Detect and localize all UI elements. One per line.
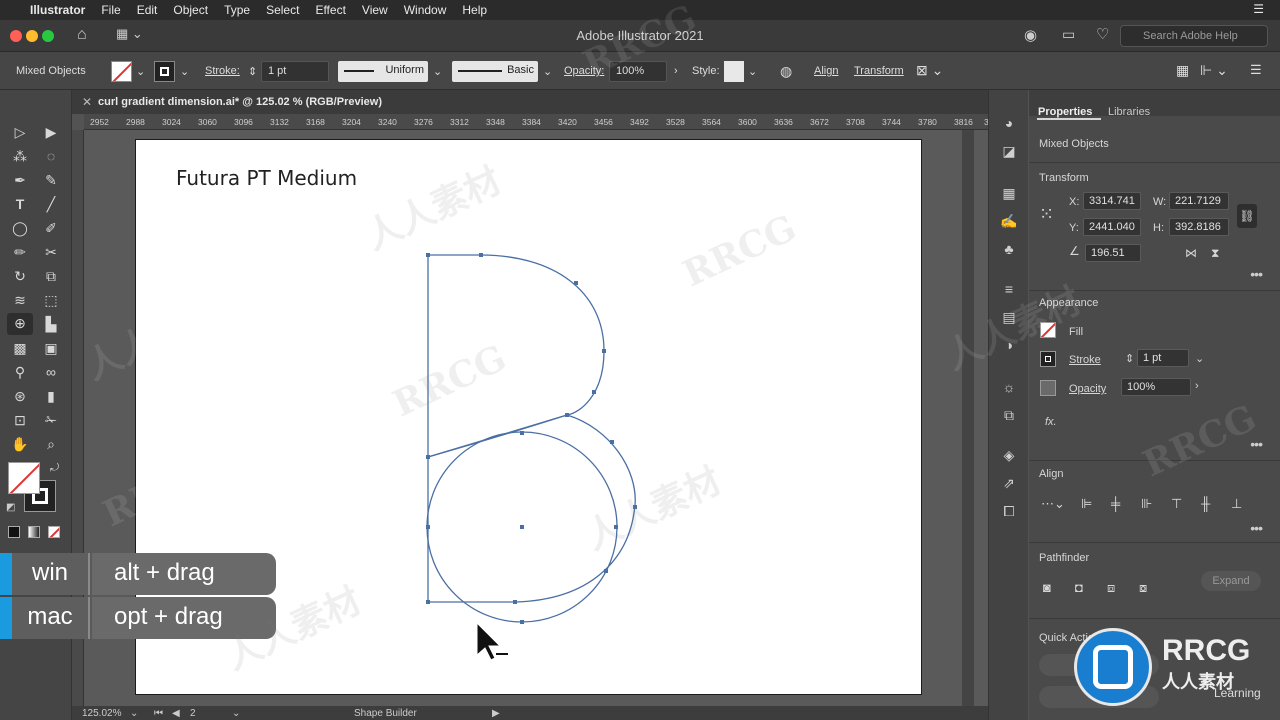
panel-icon-strip: ◕ ◪ ▦ ✍ ♣ ≡ ▤ ◑ ☼ ⧉ ◈ ⇗ ⧠ [988,90,1028,720]
appearance-stroke-label[interactable]: Stroke [1069,354,1101,366]
stroke-stepper-icon[interactable]: ⇕ [1125,352,1134,365]
hint-row-win: win alt + drag [0,553,276,595]
flip-horizontal-icon[interactable]: ⋈ [1185,246,1197,260]
appearance-panel-icon[interactable]: ☼ [999,378,1019,396]
tab-properties[interactable]: Properties [1038,106,1092,118]
anchor-point [602,349,606,353]
more-align-options-icon[interactable]: ••• [1250,520,1263,536]
opacity-arrow-icon[interactable]: › [1195,380,1199,392]
reference-point-icon[interactable]: ⁙ [1039,204,1054,225]
hint-accent-bar [0,597,12,639]
transform-section-title: Transform [1039,172,1089,184]
prev-artboard-icon[interactable]: ◀ [172,708,180,719]
artboards-panel-icon[interactable]: ⧠ [999,502,1019,520]
pathfinder-minus-front-icon[interactable]: ◘ [1075,580,1083,595]
anchor-point [565,413,569,417]
layers-panel-icon[interactable]: ◈ [999,446,1019,464]
graphic-styles-icon[interactable]: ⧉ [999,406,1019,424]
pathfinder-section-title: Pathfinder [1039,552,1090,564]
zoom-level-field[interactable]: 125.02% [82,708,121,719]
anchor-point [426,253,430,257]
logo-badge-icon [1074,628,1152,706]
symbols-panel-icon[interactable]: ♣ [999,240,1019,258]
y-label: Y: [1069,222,1079,234]
hint-accent-bar [0,553,12,595]
anchor-point [426,525,430,529]
pathfinder-intersect-icon[interactable]: ⧈ [1107,580,1115,596]
active-tab-underline [1037,118,1101,120]
anchor-point [520,620,524,624]
pathfinder-expand-button[interactable]: Expand [1201,571,1261,591]
fill-color-swatch[interactable] [8,462,40,494]
status-bar: 125.02% ⌄ ⏮ ◀ 2 ⌄ Shape Builder ▶ [72,706,988,720]
anchor-point [479,253,483,257]
w-label: W: [1153,196,1167,208]
x-label: X: [1069,196,1080,208]
vertical-scrollbar[interactable] [962,130,974,706]
status-arrow-icon[interactable]: ▶ [492,708,500,719]
horizontal-align-right-icon[interactable]: ⊪ [1141,496,1152,512]
appearance-stroke-weight-field[interactable]: 1 pt [1137,349,1189,367]
hint-keys-win: alt + drag [92,553,276,595]
asset-export-icon[interactable]: ⇗ [999,474,1019,492]
h-label: H: [1153,222,1164,234]
anchor-point [426,600,430,604]
artboard-chevron-icon[interactable]: ⌄ [232,708,240,719]
horizontal-align-center-icon[interactable]: ╪ [1111,496,1120,511]
divider [1029,618,1280,619]
anchor-point [426,455,430,459]
brushes-panel-icon[interactable]: ✍ [999,212,1019,230]
vertical-align-center-icon[interactable]: ╫ [1201,496,1210,511]
anchor-point [610,440,614,444]
anchor-point [574,281,578,285]
swatches-panel-icon[interactable]: ▦ [999,184,1019,202]
artboard-number-field[interactable]: 2 [190,708,196,719]
anchor-point [604,569,608,573]
more-transform-options-icon[interactable]: ••• [1250,266,1263,282]
rrcg-logo: RRCG 人人素材 Learning [1074,626,1274,716]
rotate-angle-icon: ∠ [1069,244,1080,258]
logo-text: RRCG [1162,634,1251,667]
fx-effects-icon[interactable]: fx. [1045,416,1057,428]
y-position-field[interactable]: 2441.040 [1083,218,1141,236]
vertical-align-bottom-icon[interactable]: ⊥ [1231,496,1242,512]
flip-vertical-icon[interactable]: ⧗ [1211,246,1219,261]
center-point [520,525,524,529]
divider [1029,542,1280,543]
appearance-fill-label: Fill [1069,326,1084,338]
vertical-align-top-icon[interactable]: ⊤ [1171,496,1182,512]
align-to-selection-icon[interactable]: ⋯⌄ [1041,496,1065,512]
color-guide-icon[interactable]: ◪ [999,142,1019,160]
constrain-proportions-link-icon[interactable]: ⛓ [1237,204,1257,228]
color-panel-icon[interactable]: ◕ [999,114,1019,132]
appearance-opacity-field[interactable]: 100% [1121,378,1191,396]
width-field[interactable]: 221.7129 [1169,192,1229,210]
tab-libraries[interactable]: Libraries [1108,106,1150,118]
height-field[interactable]: 392.8186 [1169,218,1229,236]
selection-type-label: Mixed Objects [1039,138,1109,150]
rotation-angle-field[interactable]: 196.51 [1085,244,1141,262]
hint-os-label-mac: mac [12,597,90,639]
appearance-stroke-swatch[interactable] [1040,351,1056,367]
divider [1029,162,1280,163]
pathfinder-unite-icon[interactable]: ◙ [1043,580,1051,595]
x-position-field[interactable]: 3314.741 [1083,192,1141,210]
anchor-point [592,390,596,394]
align-section-title: Align [1039,468,1064,480]
pathfinder-exclude-icon[interactable]: ⧇ [1139,580,1147,596]
first-artboard-icon[interactable]: ⏮ [154,708,163,719]
current-tool-label: Shape Builder [354,708,417,719]
hint-os-label-win: win [12,553,90,595]
logo-learning-text: Learning [1214,686,1261,700]
opacity-checker-icon[interactable] [1040,380,1056,396]
zoom-chevron-icon[interactable]: ⌄ [130,708,138,719]
horizontal-align-left-icon[interactable]: ⊫ [1081,496,1092,512]
shape-builder-cursor-icon [476,621,508,661]
anchor-point [520,431,524,435]
appearance-opacity-label[interactable]: Opacity [1069,383,1106,395]
stroke-weight-chevron-icon[interactable]: ⌄ [1195,352,1204,365]
anchor-point [513,600,517,604]
